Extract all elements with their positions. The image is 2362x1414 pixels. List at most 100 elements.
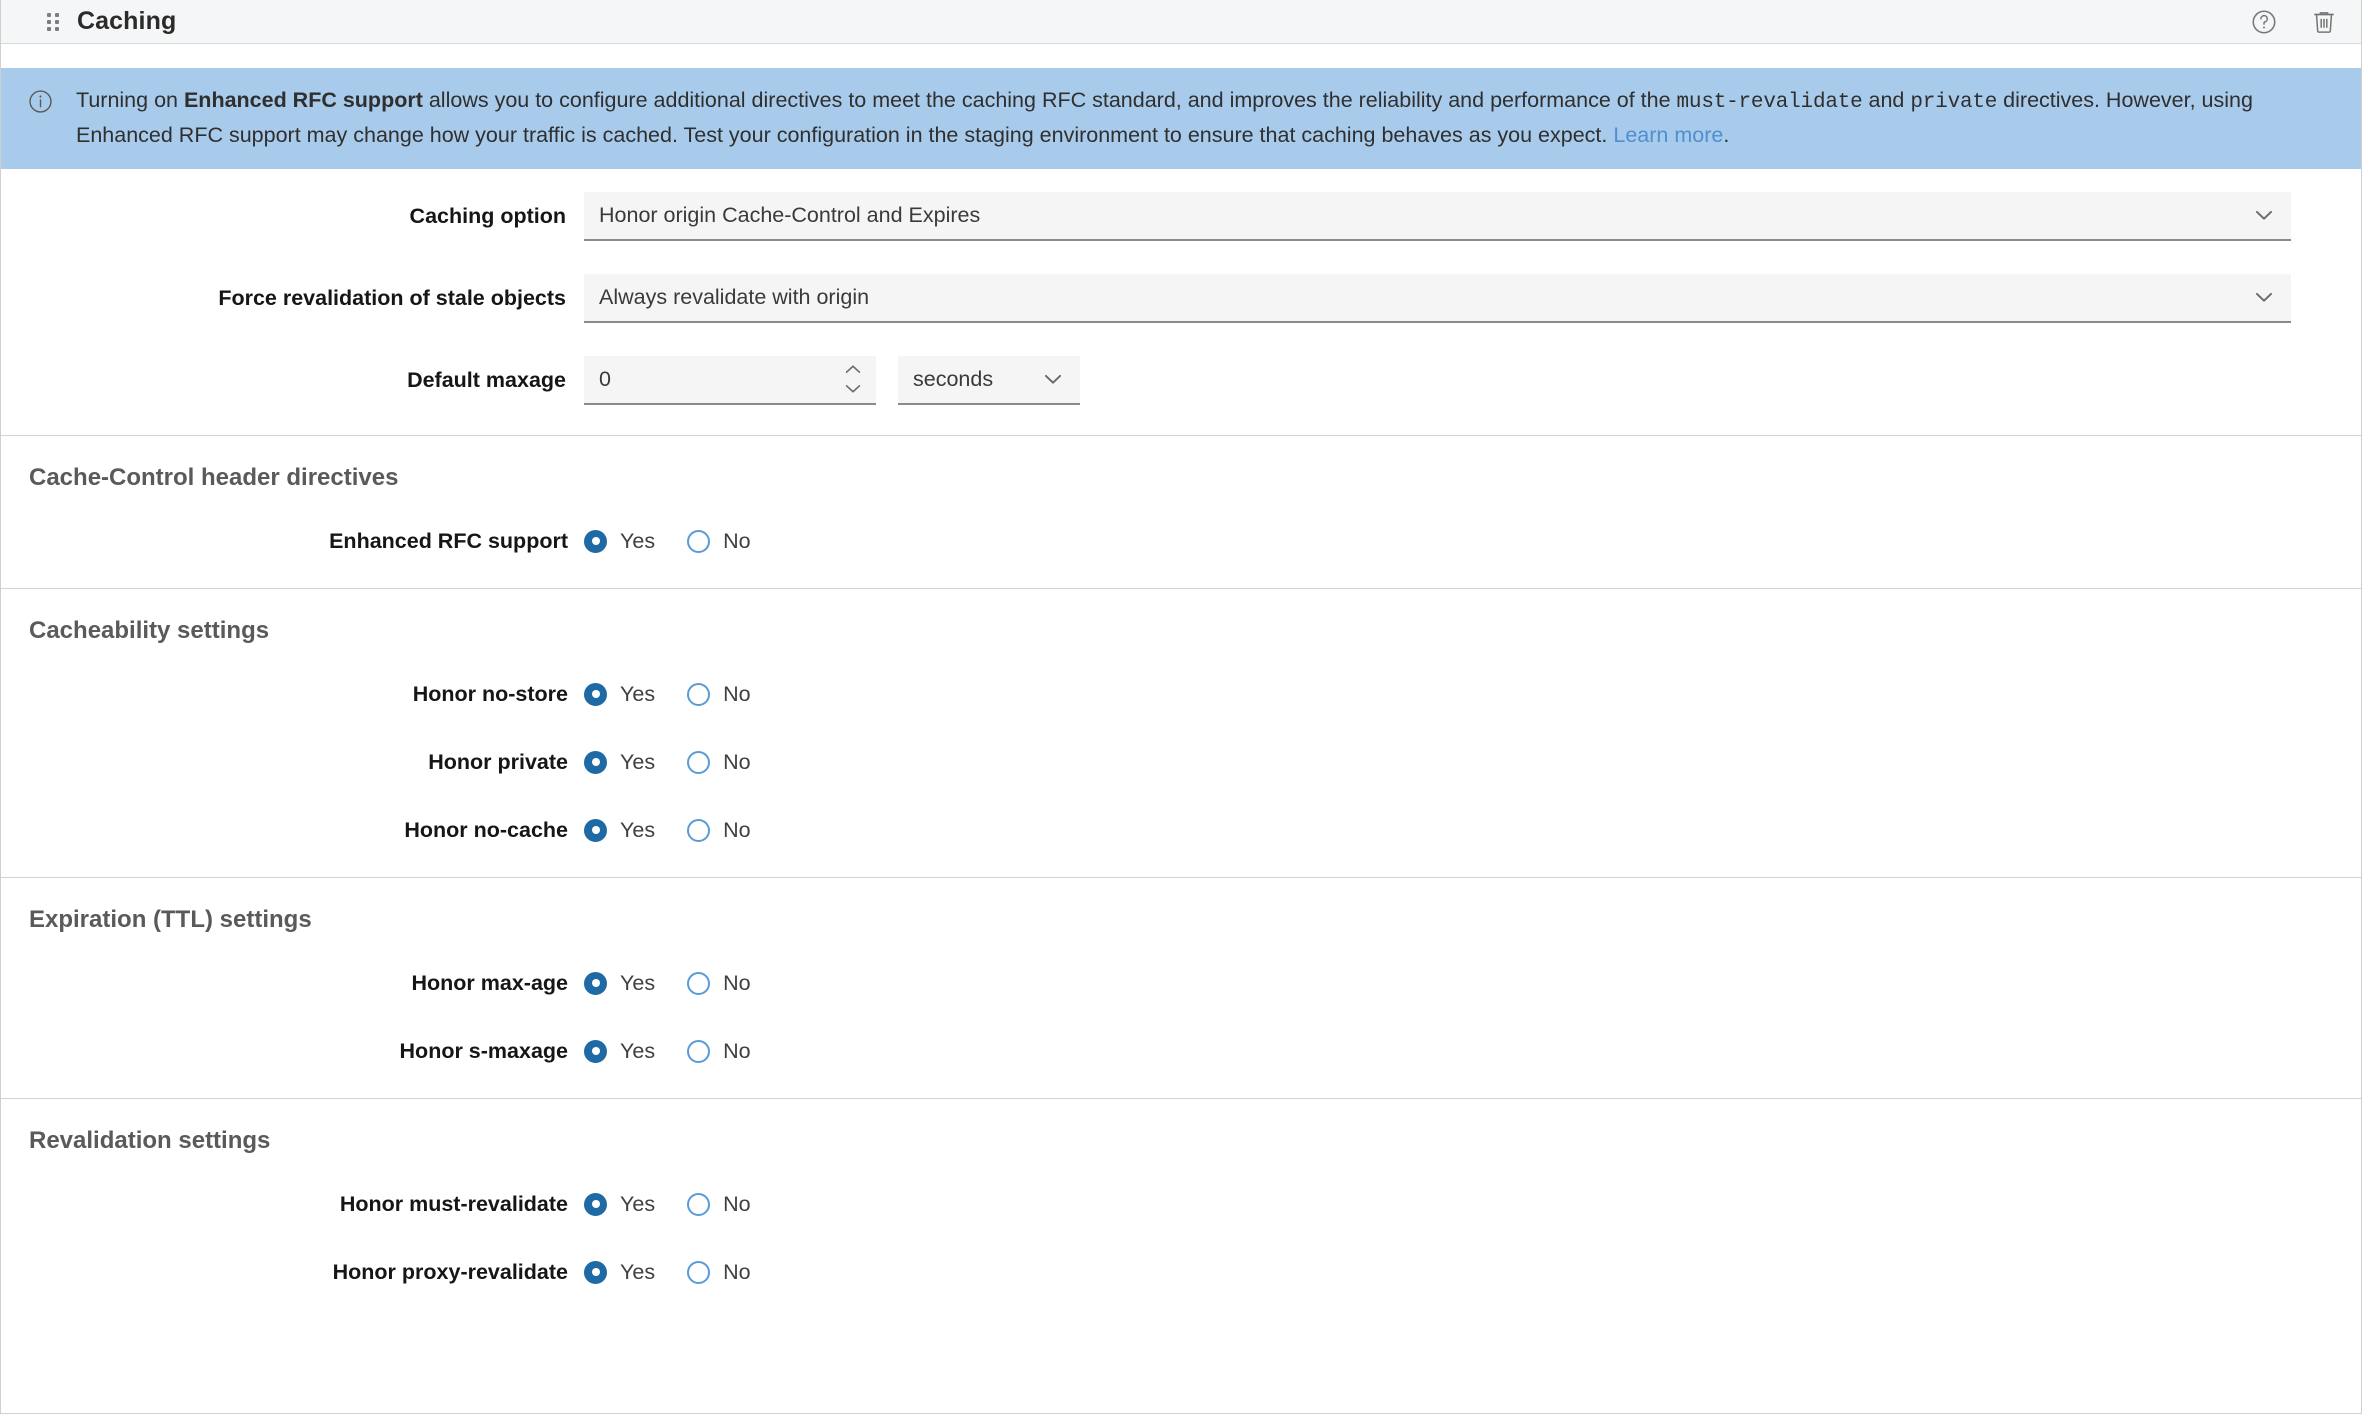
banner-text-1: Turning on (76, 88, 184, 112)
radio-no-unselected[interactable] (687, 1192, 711, 1216)
radio-yes-selected[interactable] (584, 682, 607, 706)
radio-no-unselected[interactable] (687, 750, 711, 774)
radio-group: Yes No (584, 1192, 751, 1217)
radio-yes-selected[interactable] (584, 1192, 607, 1216)
radio-option-yes[interactable]: Yes (584, 818, 655, 843)
radio-option-no[interactable]: No (687, 970, 751, 996)
radio-label-yes: Yes (620, 749, 656, 774)
banner-code-must-revalidate: must-revalidate (1676, 91, 1863, 114)
default-maxage-unit-select[interactable]: seconds (898, 355, 1080, 405)
radio-label-yes: Yes (620, 970, 656, 995)
radio-row: Honor no-store Yes No (1, 667, 2361, 721)
row-default-maxage: Default maxage seconds (1, 351, 2361, 409)
banner-text-bold: Enhanced RFC support (183, 88, 423, 112)
drag-dots-icon[interactable] (47, 11, 61, 33)
banner-text-2: allows you to configure additional direc… (422, 88, 1677, 112)
radio-option-no[interactable]: No (687, 528, 751, 554)
settings-section: Revalidation settings Honor must-revalida… (1, 1098, 2361, 1339)
radio-row-label: Honor no-cache (404, 817, 568, 842)
radio-yes-selected[interactable] (584, 1039, 607, 1063)
radio-group: Yes No (584, 818, 751, 843)
radio-label-no: No (723, 1259, 751, 1284)
radio-option-yes[interactable]: Yes (584, 529, 655, 554)
force-revalidation-select[interactable]: Always revalidate with origin (584, 273, 2291, 323)
radio-row: Honor s-maxage Yes No (1, 1024, 2361, 1078)
banner-text-3: and (1862, 88, 1911, 112)
radio-option-no[interactable]: No (687, 817, 751, 843)
radio-group: Yes No (584, 1260, 751, 1285)
caching-option-field: Honor origin Cache-Control and Expires (584, 191, 2331, 241)
radio-no-unselected[interactable] (687, 1260, 711, 1284)
radio-option-no[interactable]: No (687, 1039, 751, 1064)
radio-yes-selected[interactable] (584, 818, 607, 842)
default-maxage-input[interactable] (599, 366, 840, 392)
default-maxage-field: seconds (584, 355, 2331, 405)
radio-label-no: No (723, 749, 751, 774)
radio-no-unselected[interactable] (687, 529, 711, 553)
banner-text: Turning on Enhanced RFC support allows y… (76, 84, 2339, 151)
radio-option-no[interactable]: No (687, 1191, 751, 1217)
settings-section: Cache-Control header directives Enhanced … (1, 435, 2361, 588)
radio-no-unselected[interactable] (687, 682, 711, 706)
radio-option-yes[interactable]: Yes (584, 1192, 655, 1217)
radio-label-no: No (723, 528, 751, 553)
radio-row-label: Honor must-revalidate (339, 1191, 568, 1216)
header-actions (2249, 7, 2339, 37)
radio-no-unselected[interactable] (687, 1039, 711, 1063)
section-title: Expiration (TTL) settings (29, 906, 312, 933)
radio-label-no: No (723, 817, 751, 842)
settings-section: Expiration (TTL) settings Honor max-age Ye… (1, 877, 2361, 1098)
learn-more-link[interactable]: Learn more (1613, 123, 1723, 147)
radio-option-no[interactable]: No (687, 1259, 751, 1285)
radio-label-yes: Yes (620, 528, 656, 553)
radio-option-no[interactable]: No (687, 749, 751, 775)
default-maxage-label: Default maxage (407, 367, 566, 392)
radio-yes-selected[interactable] (584, 750, 607, 774)
radio-label-yes: Yes (620, 1191, 656, 1216)
radio-label-yes: Yes (620, 681, 656, 706)
force-revalidation-label: Force revalidation of stale objects (218, 285, 566, 310)
force-revalidation-field: Always revalidate with origin (584, 273, 2331, 323)
radio-label-no: No (723, 1191, 751, 1216)
chevron-down-icon (1040, 366, 1066, 392)
radio-option-yes[interactable]: Yes (584, 1039, 655, 1064)
info-circle-icon (27, 88, 54, 120)
radio-yes-selected[interactable] (584, 529, 607, 553)
row-force-revalidation: Force revalidation of stale objects Alwa… (1, 269, 2361, 327)
default-maxage-stepper[interactable] (584, 355, 876, 405)
radio-group: Yes No (584, 529, 751, 554)
radio-option-yes[interactable]: Yes (584, 682, 655, 707)
radio-yes-selected[interactable] (584, 1260, 607, 1284)
banner-code-private: private (1910, 91, 1998, 114)
panel-header: Caching (1, 0, 2361, 44)
chevron-down-icon[interactable] (840, 381, 866, 398)
caching-option-value: Honor origin Cache-Control and Expires (599, 202, 981, 227)
trash-icon[interactable] (2309, 7, 2339, 37)
caching-option-label: Caching option (409, 203, 566, 228)
radio-row-label: Honor max-age (411, 970, 568, 995)
chevron-up-icon[interactable] (840, 361, 866, 378)
radio-option-yes[interactable]: Yes (584, 971, 655, 996)
radio-row: Honor no-cache Yes No (1, 803, 2361, 857)
radio-option-yes[interactable]: Yes (584, 1260, 655, 1285)
radio-option-no[interactable]: No (687, 682, 751, 707)
radio-option-yes[interactable]: Yes (584, 750, 655, 775)
radio-group: Yes No (584, 750, 751, 775)
radio-row: Honor private Yes No (1, 735, 2361, 789)
settings-section: Cacheability settings Honor no-store Yes No… (1, 588, 2361, 877)
radio-label-no: No (723, 970, 751, 995)
default-maxage-spinner (840, 361, 866, 398)
radio-group: Yes No (584, 971, 751, 996)
page-title: Caching (77, 7, 177, 35)
radio-label-yes: Yes (620, 1259, 656, 1284)
radio-no-unselected[interactable] (687, 818, 711, 842)
caching-option-select[interactable]: Honor origin Cache-Control and Expires (584, 191, 2291, 241)
force-revalidation-value: Always revalidate with origin (599, 284, 870, 309)
banner-wrapper: Turning on Enhanced RFC support allows y… (1, 44, 2361, 169)
section-title: Cache-Control header directives (29, 464, 399, 491)
help-circle-icon[interactable] (2249, 7, 2279, 37)
radio-yes-selected[interactable] (584, 971, 607, 995)
radio-no-unselected[interactable] (687, 971, 711, 995)
section-title: Cacheability settings (29, 617, 270, 644)
radio-row: Enhanced RFC support Yes No (1, 514, 2361, 568)
